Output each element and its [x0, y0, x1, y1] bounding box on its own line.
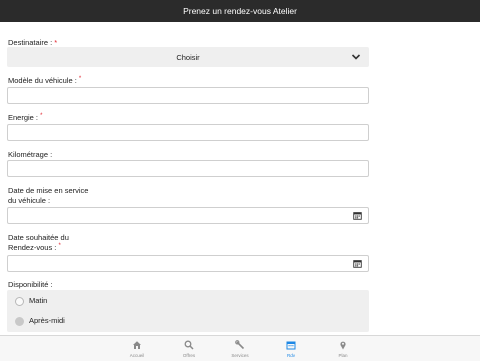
chevron-down-icon: [351, 54, 361, 60]
calendar-icon[interactable]: [353, 259, 362, 268]
tab-rdv[interactable]: Rdv: [266, 336, 316, 361]
tab-bar: Accueil Offres Services Rdv Plan: [0, 335, 480, 361]
required-mark: *: [58, 243, 61, 249]
energie-input[interactable]: [7, 124, 369, 141]
kilometrage-label: Kilométrage :: [8, 150, 53, 159]
tab-plan[interactable]: Plan: [318, 336, 368, 361]
disponibilite-radio-group: Matin Après-midi: [7, 290, 369, 332]
wrench-icon: [235, 340, 245, 350]
title-bar: Prenez un rendez-vous Atelier: [0, 0, 480, 22]
required-mark: *: [54, 38, 58, 47]
disponibilite-label: Disponibilité :: [8, 280, 53, 289]
required-mark: *: [40, 113, 43, 119]
map-pin-icon: [340, 341, 346, 350]
calendar-icon: [286, 341, 296, 350]
destinataire-select[interactable]: Choisir: [7, 47, 369, 67]
tab-services[interactable]: Services: [215, 336, 265, 361]
search-icon: [184, 340, 194, 350]
tab-accueil[interactable]: Accueil: [112, 336, 162, 361]
radio-button[interactable]: [15, 317, 24, 326]
radio-button[interactable]: [15, 297, 24, 306]
destinataire-select-value: Choisir: [176, 52, 200, 62]
date-rdv-label: Date souhaitée du Rendez-vous : *: [8, 233, 69, 252]
modele-label: Modèle du véhicule : *: [8, 76, 82, 85]
page-title: Prenez un rendez-vous Atelier: [183, 6, 297, 16]
date-rdv-input[interactable]: [7, 255, 369, 272]
calendar-icon[interactable]: [353, 211, 362, 220]
modele-input[interactable]: [7, 87, 369, 104]
required-mark: *: [78, 76, 82, 82]
tab-offres[interactable]: Offres: [164, 336, 214, 361]
kilometrage-input[interactable]: [7, 160, 369, 177]
date-service-input[interactable]: [7, 207, 369, 224]
home-icon: [133, 341, 141, 349]
energie-label: Energie : *: [8, 113, 43, 122]
date-service-label: Date de mise en service du véhicule :: [8, 186, 89, 205]
